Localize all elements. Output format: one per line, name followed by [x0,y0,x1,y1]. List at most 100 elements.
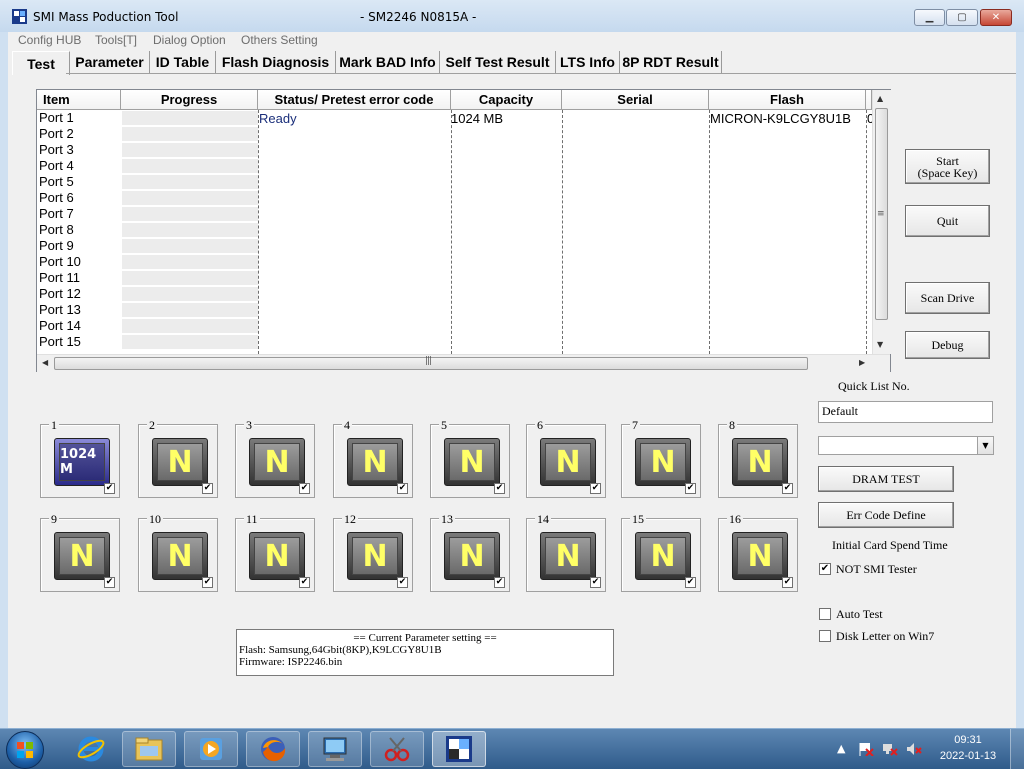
drive-tile[interactable]: 9 N ✔ [40,512,120,592]
show-hidden-icons-icon[interactable]: ▲ [837,742,853,756]
taskbar-media-player[interactable] [184,731,238,767]
table-row[interactable]: Port 4 [37,158,872,174]
not-smi-tester-checkbox[interactable]: ✔ [819,563,831,575]
table-row[interactable]: Port 2 [37,126,872,142]
column-flash[interactable]: Flash [709,90,866,110]
drive-checkbox[interactable]: ✔ [590,483,601,494]
quit-button[interactable]: Quit [905,205,990,237]
tab-8p-rdt-result[interactable]: 8P RDT Result [620,51,722,73]
scroll-up-icon[interactable]: ▲ [877,94,883,103]
drive-tile[interactable]: 3 N ✔ [235,418,315,498]
quick-list-input[interactable]: Default [818,401,993,423]
table-row[interactable]: Port 9 [37,238,872,254]
tab-test[interactable]: Test [12,51,70,75]
table-row[interactable]: Port 13 [37,302,872,318]
action-center-flag-icon[interactable] [858,742,874,756]
show-desktop-button[interactable] [1010,729,1024,769]
drive-checkbox[interactable]: ✔ [590,577,601,588]
drive-tile[interactable]: 2 N ✔ [138,418,218,498]
table-row[interactable]: Port 5 [37,174,872,190]
table-row[interactable]: Port 12 [37,286,872,302]
drive-tile[interactable]: 16 N ✔ [718,512,798,592]
tab-id-table[interactable]: ID Table [150,51,216,73]
table-row[interactable]: Port 11 [37,270,872,286]
clock-time[interactable]: 09:31 [948,734,988,746]
dram-test-button[interactable]: DRAM TEST [818,466,954,492]
taskbar-firefox[interactable] [246,731,300,767]
drive-tile[interactable]: 11 N ✔ [235,512,315,592]
close-button[interactable]: ✕ [980,9,1012,26]
minimize-button[interactable]: ▁ [914,9,945,26]
title-bar[interactable]: SMI Mass Poduction Tool - SM2246 N0815A … [0,0,1024,32]
drive-tile[interactable]: 13 N ✔ [430,512,510,592]
drive-tile[interactable]: 4 N ✔ [333,418,413,498]
taskbar-smi-tool[interactable] [432,731,486,767]
drive-checkbox[interactable]: ✔ [299,577,310,588]
volume-muted-icon[interactable] [906,742,922,756]
scroll-right-icon[interactable]: ▶ [859,358,865,367]
scroll-left-icon[interactable]: ◀ [42,358,48,367]
quick-list-combo[interactable]: ▼ [818,436,994,455]
menu-dialog-option[interactable]: Dialog Option [153,33,226,47]
menu-others-setting[interactable]: Others Setting [241,33,318,47]
vertical-scrollbar[interactable]: ▲ ≡ ▼ [872,90,891,354]
drive-checkbox[interactable]: ✔ [685,483,696,494]
drive-tile[interactable]: 1 1024 M ✔ [40,418,120,498]
menu-config-hub[interactable]: Config HUB [18,33,81,47]
tab-mark-bad-info[interactable]: Mark BAD Info [336,51,440,73]
tab-self-test-result[interactable]: Self Test Result [440,51,556,73]
drive-checkbox[interactable]: ✔ [782,483,793,494]
maximize-button[interactable]: ▢ [946,9,978,26]
drive-checkbox[interactable]: ✔ [397,483,408,494]
drive-checkbox[interactable]: ✔ [494,483,505,494]
err-code-define-button[interactable]: Err Code Define [818,502,954,528]
drive-checkbox[interactable]: ✔ [104,483,115,494]
drive-checkbox[interactable]: ✔ [299,483,310,494]
scroll-down-icon[interactable]: ▼ [877,340,883,349]
drive-checkbox[interactable]: ✔ [494,577,505,588]
drive-tile[interactable]: 5 N ✔ [430,418,510,498]
table-row[interactable]: Port 14 [37,318,872,334]
table-row[interactable]: Port 10 [37,254,872,270]
column-progress[interactable]: Progress [121,90,258,110]
tab-parameter[interactable]: Parameter [70,51,150,73]
table-row[interactable]: Port 3 [37,142,872,158]
column-item[interactable]: Item [37,90,121,110]
column-capacity[interactable]: Capacity [451,90,562,110]
drive-tile[interactable]: 8 N ✔ [718,418,798,498]
horizontal-scrollbar[interactable]: ◀ ||| ▶ [37,354,890,372]
taskbar-snipping-tool[interactable] [370,731,424,767]
drive-tile[interactable]: 12 N ✔ [333,512,413,592]
tab-flash-diagnosis[interactable]: Flash Diagnosis [216,51,336,73]
start-button[interactable]: Start (Space Key) [905,149,990,184]
clock-date[interactable]: 2022-01-13 [936,750,1000,762]
debug-button[interactable]: Debug [905,331,990,359]
table-row[interactable]: Port 6 [37,190,872,206]
drive-checkbox[interactable]: ✔ [202,483,213,494]
tab-lts-info[interactable]: LTS Info [556,51,620,73]
start-button[interactable] [6,731,44,769]
drive-tile[interactable]: 10 N ✔ [138,512,218,592]
port-list[interactable]: Item Progress Status/ Pretest error code… [36,89,891,372]
drive-checkbox[interactable]: ✔ [104,577,115,588]
chevron-down-icon[interactable]: ▼ [977,437,993,454]
drive-tile[interactable]: 14 N ✔ [526,512,606,592]
table-row[interactable]: Port 15 [37,334,872,350]
taskbar-internet-explorer[interactable] [64,731,118,767]
drive-checkbox[interactable]: ✔ [397,577,408,588]
drive-tile[interactable]: 6 N ✔ [526,418,606,498]
taskbar-computer-management[interactable] [308,731,362,767]
menu-tools[interactable]: Tools[T] [95,33,137,47]
drive-checkbox[interactable]: ✔ [782,577,793,588]
drive-checkbox[interactable]: ✔ [685,577,696,588]
drive-checkbox[interactable]: ✔ [202,577,213,588]
taskbar-file-explorer[interactable] [122,731,176,767]
network-icon[interactable] [882,742,898,756]
drive-tile[interactable]: 7 N ✔ [621,418,701,498]
table-row[interactable]: Port 7 [37,206,872,222]
disk-letter-win7-checkbox[interactable] [819,630,831,642]
drive-tile[interactable]: 15 N ✔ [621,512,701,592]
scan-drive-button[interactable]: Scan Drive [905,282,990,314]
table-row[interactable]: Port 8 [37,222,872,238]
column-serial[interactable]: Serial [562,90,709,110]
